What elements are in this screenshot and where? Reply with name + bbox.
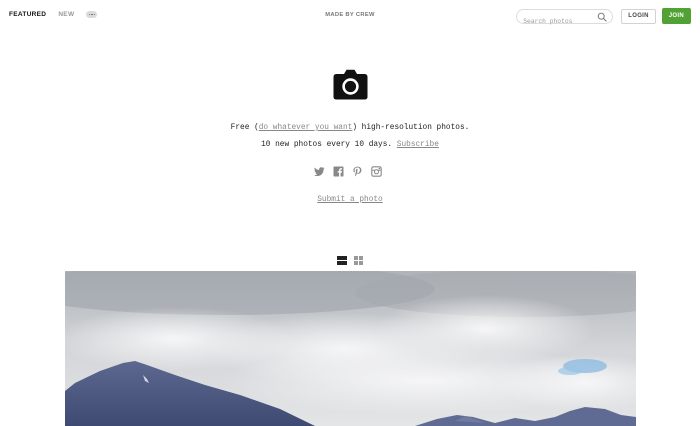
camera-icon: [333, 69, 368, 100]
social-links: [314, 166, 390, 177]
tagline: Free (do whatever you want) high-resolut…: [0, 124, 700, 132]
list-view-icon[interactable]: [337, 256, 347, 265]
grid-view-icon[interactable]: [354, 256, 363, 265]
featured-photo[interactable]: [65, 271, 636, 426]
subscribe-link[interactable]: Subscribe: [397, 141, 439, 149]
mountain-landscape-image: [65, 271, 636, 426]
instagram-icon[interactable]: [371, 166, 382, 177]
subscribe-line: 10 new photos every 10 days. Subscribe: [0, 141, 700, 149]
search-icon[interactable]: [597, 12, 607, 22]
view-toggle: [337, 256, 370, 265]
subscribe-text: 10 new photos every 10 days.: [261, 141, 397, 149]
search-input[interactable]: [523, 14, 604, 28]
twitter-icon[interactable]: [314, 166, 325, 177]
top-nav-right: LOGIN JOIN: [516, 8, 691, 28]
tagline-prefix: Free (: [230, 124, 259, 132]
pinterest-icon[interactable]: [352, 166, 363, 177]
facebook-icon[interactable]: [333, 166, 344, 177]
login-button[interactable]: LOGIN: [621, 8, 656, 24]
search-box: [516, 8, 614, 28]
join-button[interactable]: JOIN: [661, 8, 691, 24]
submit-section: Submit a photo: [0, 196, 700, 204]
tagline-suffix: ) high-resolution photos.: [352, 124, 470, 132]
license-link[interactable]: do whatever you want: [259, 124, 353, 132]
submit-photo-link[interactable]: Submit a photo: [317, 196, 383, 204]
